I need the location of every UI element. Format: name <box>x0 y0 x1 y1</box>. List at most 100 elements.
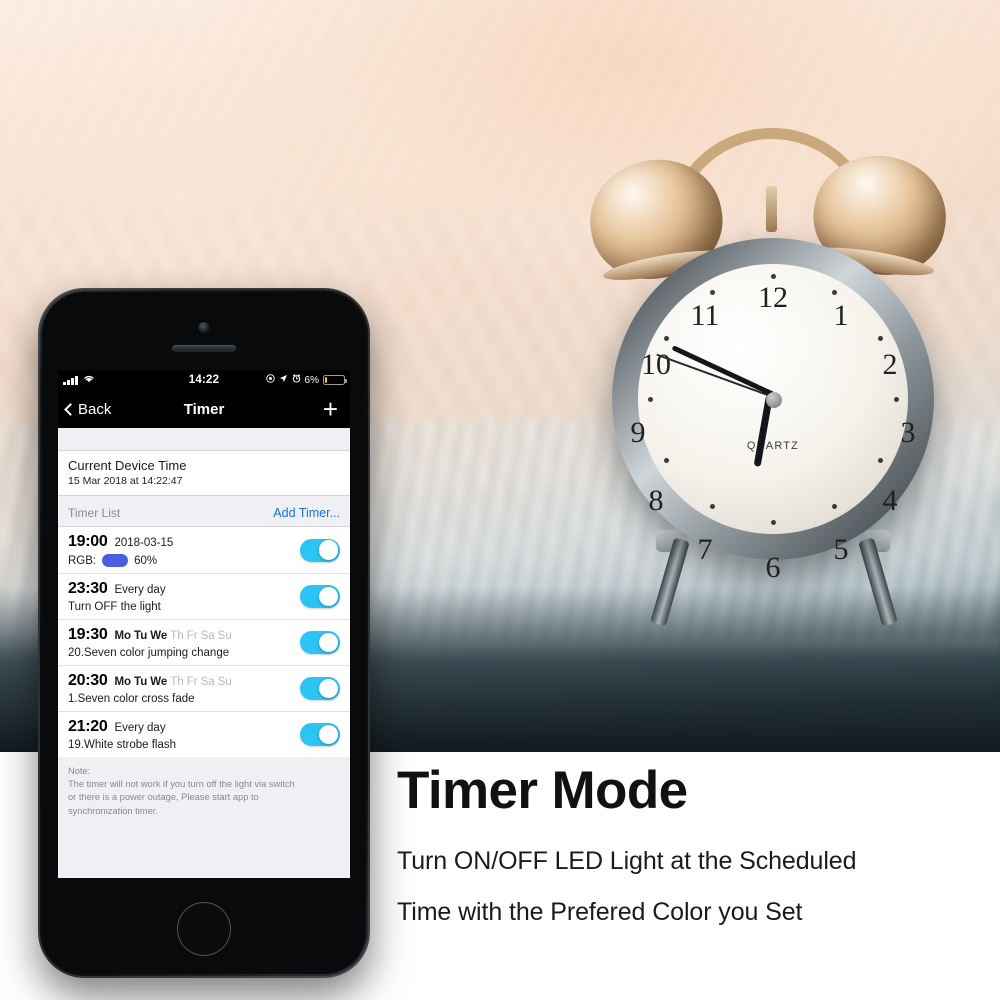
clock-second-hand <box>656 353 774 398</box>
clock-dot-4 <box>878 458 883 463</box>
status-bar-left <box>63 374 95 386</box>
timer-brightness-label: 60% <box>134 554 158 567</box>
clock-numeral-12: 12 <box>758 281 788 314</box>
clock-numeral-2: 2 <box>882 348 898 381</box>
clock-face: 12 1 2 3 4 5 6 7 8 9 10 11 QUARTZ <box>631 264 916 584</box>
timer-day-su: Su <box>217 630 232 642</box>
screen-content: Current Device Time 15 Mar 2018 at 14:22… <box>58 428 350 878</box>
toggle-knob <box>318 586 339 607</box>
timer-day-sa: Sa <box>200 676 215 688</box>
timer-row-bottom: Turn OFF the light <box>68 601 300 613</box>
clock-numeral-10: 10 <box>641 348 671 381</box>
timer-toggle[interactable] <box>300 538 340 562</box>
clock-case: 12 1 2 3 4 5 6 7 8 9 10 11 QUARTZ <box>612 238 934 584</box>
clock-numeral-11: 11 <box>690 299 720 332</box>
clock-foot-left <box>650 537 690 627</box>
timer-row-top: 20:30 Mo Tu We Th Fr Sa Su <box>68 672 300 690</box>
timer-row-main: 19:00 2018-03-15 RGB: 60% <box>68 533 300 567</box>
clock-numeral-1: 1 <box>833 299 849 332</box>
note-line-3: or there is a power outage, Please start… <box>68 792 259 803</box>
clock-dot-7 <box>710 504 715 509</box>
plus-icon[interactable]: + <box>323 396 338 422</box>
timer-row-bottom: 20.Seven color jumping change <box>68 647 300 659</box>
timer-time: 19:30 <box>68 626 108 643</box>
earpiece-speaker <box>172 345 236 352</box>
timer-row-bottom: 19.White strobe flash <box>68 739 300 751</box>
clock-numeral-4: 4 <box>882 484 898 517</box>
current-device-time-label: Current Device Time <box>68 458 187 473</box>
timer-list-header: Timer List Add Timer... <box>58 496 350 526</box>
timer-time: 20:30 <box>68 672 108 689</box>
timer-color-swatch[interactable] <box>102 554 129 567</box>
timer-row[interactable]: 19:30 Mo Tu We Th Fr Sa Su 20.Seven color jumpin… <box>58 620 350 666</box>
headline: Timer Mode <box>397 761 688 820</box>
add-timer-link[interactable]: Add Timer... <box>273 506 340 520</box>
status-bar: 14:22 6% <box>58 370 350 390</box>
timer-row-top: 21:20 Every day <box>68 718 300 736</box>
content-spacer-top <box>58 428 350 450</box>
clock-dot-1 <box>832 290 837 295</box>
back-button-label: Back <box>78 400 112 418</box>
clock-dot-2 <box>878 336 883 341</box>
timer-row[interactable]: 20:30 Mo Tu We Th Fr Sa Su 1.Seven color cross f… <box>58 666 350 712</box>
timer-row[interactable]: 19:00 2018-03-15 RGB: 60% <box>58 527 350 574</box>
timer-description: Turn OFF the light <box>68 601 161 613</box>
timer-days: Mo Tu We Th Fr Sa Su <box>114 672 234 690</box>
status-bar-right: 6% <box>265 374 347 386</box>
current-device-time-cell: Current Device Time 15 Mar 2018 at 14:22… <box>58 450 350 496</box>
clock-dot-11 <box>710 290 715 295</box>
clock-dot-12 <box>771 274 776 279</box>
clock-numeral-7: 7 <box>697 533 713 566</box>
phone-screen: 14:22 6% Back Timer + Current Device Tim… <box>58 370 350 878</box>
status-bar-clock: 14:22 <box>188 374 220 386</box>
timer-row-bottom: RGB: 60% <box>68 554 300 567</box>
timer-row-top: 19:30 Mo Tu We Th Fr Sa Su <box>68 626 300 644</box>
home-button[interactable] <box>177 902 231 956</box>
do-not-disturb-icon <box>265 374 275 386</box>
back-button[interactable]: Back <box>62 401 111 418</box>
marketing-copy: Timer Mode Turn ON/OFF LED Light at the … <box>397 752 997 927</box>
timer-day-th: Th <box>170 676 184 688</box>
note-line-2: The timer will not work if you turn off … <box>68 779 295 790</box>
timer-day-sa: Sa <box>200 630 215 642</box>
timer-row-main: 19:30 Mo Tu We Th Fr Sa Su 20.Seven color jumpin… <box>68 626 300 659</box>
toggle-knob <box>318 724 339 745</box>
timer-day-th: Th <box>170 630 184 642</box>
clock-hammer <box>766 186 777 232</box>
timer-day-we: We <box>150 630 168 642</box>
location-arrow-icon <box>279 374 288 386</box>
timer-time: 23:30 <box>68 580 108 597</box>
timer-repeat-label: 2018-03-15 <box>114 537 174 549</box>
clock-numeral-5: 5 <box>833 533 849 566</box>
timer-repeat-label: Every day <box>114 722 166 734</box>
toggle-knob <box>318 678 339 699</box>
timer-row[interactable]: 23:30 Every day Turn OFF the light <box>58 574 350 620</box>
poster-root: 12 1 2 3 4 5 6 7 8 9 10 11 QUARTZ 14:22 … <box>0 0 1000 1000</box>
timer-row[interactable]: 21:20 Every day 19.White strobe flash <box>58 712 350 757</box>
clock-dot-3 <box>894 397 899 402</box>
timer-toggle[interactable] <box>300 585 340 608</box>
timer-days: Mo Tu We Th Fr Sa Su <box>114 626 234 644</box>
timer-day-fr: Fr <box>186 676 198 688</box>
clock-dot-6 <box>771 520 776 525</box>
subheadline-line-2: Time with the Prefered Color you Set <box>397 898 803 926</box>
timer-toggle[interactable] <box>300 631 340 654</box>
timer-toggle[interactable] <box>300 723 340 746</box>
page-title: Timer <box>183 400 225 418</box>
timer-row-bottom: 1.Seven color cross fade <box>68 693 300 705</box>
timer-toggle[interactable] <box>300 677 340 700</box>
battery-low-icon <box>323 375 347 385</box>
clock-center-pin <box>766 392 782 408</box>
timer-day-su: Su <box>217 676 232 688</box>
alarm-clock-illustration: 12 1 2 3 4 5 6 7 8 9 10 11 QUARTZ <box>570 120 990 680</box>
timer-day-tu: Tu <box>134 630 148 642</box>
clock-brand-text: QUARTZ <box>746 440 800 452</box>
timer-description: 19.White strobe flash <box>68 739 177 751</box>
clock-numeral-6: 6 <box>765 551 781 584</box>
clock-numeral-8: 8 <box>648 484 664 517</box>
clock-dot-8 <box>664 458 669 463</box>
timer-list-label: Timer List <box>68 506 121 520</box>
clock-dot-10 <box>664 336 669 341</box>
timer-day-we: We <box>150 676 168 688</box>
note-line-4: synchronization timer. <box>68 805 158 816</box>
